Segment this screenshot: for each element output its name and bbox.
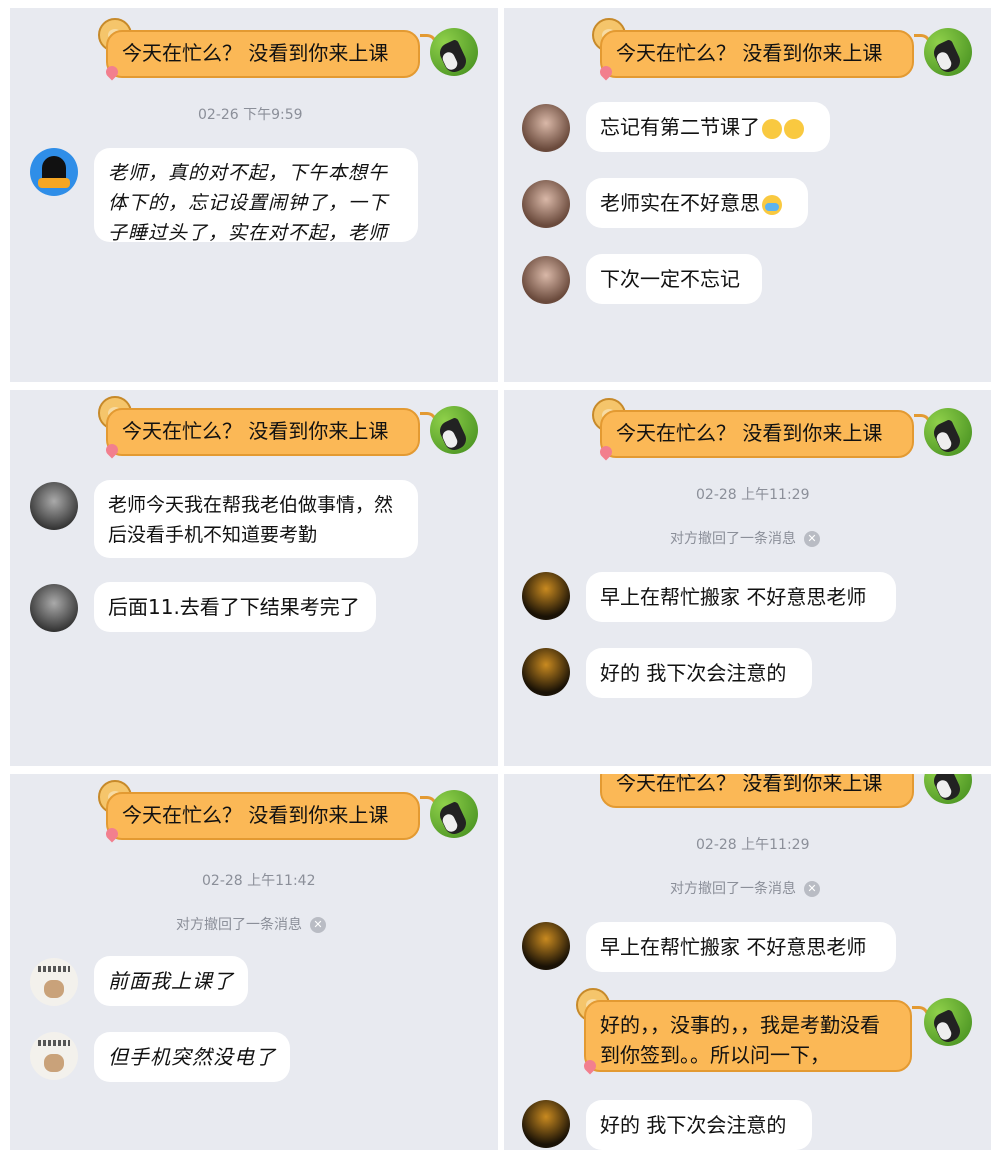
incoming-message[interactable]: 下次一定不忘记	[586, 254, 762, 304]
student-avatar[interactable]	[522, 572, 570, 620]
student-avatar[interactable]	[522, 256, 570, 304]
chat-panel-5: 今天在忙么？ 没看到你来上课 02-28 上午11:42 对方撤回了一条消息 ✕ …	[10, 774, 498, 1150]
student-avatar[interactable]	[522, 648, 570, 696]
incoming-message[interactable]: 后面11.去看了下结果考完了	[94, 582, 376, 632]
my-avatar[interactable]	[924, 774, 972, 804]
outgoing-message[interactable]: 今天在忙么？ 没看到你来上课	[106, 408, 420, 456]
surprised-emoji-icon	[784, 118, 804, 139]
student-avatar[interactable]	[30, 958, 78, 1006]
message-text: 忘记有第二节课了	[600, 115, 760, 139]
my-avatar[interactable]	[924, 408, 972, 456]
incoming-message[interactable]: 老师，真的对不起，下午本想午体下的，忘记设置闹钟了，一下子睡过头了，实在对不起，…	[94, 148, 418, 244]
incoming-message[interactable]: 但手机突然没电了	[94, 1032, 290, 1082]
chat-panel-1: 今天在忙么？ 没看到你来上课 02-26 下午9:59 老师，真的对不起，下午本…	[10, 8, 498, 382]
outgoing-message[interactable]: 好的，，没事的，，我是考勤没看到你签到。。所以问一下，	[584, 1000, 912, 1072]
incoming-message[interactable]: 老师实在不好意思	[586, 178, 808, 228]
outgoing-message[interactable]: 今天在忙么？ 没看到你来上课	[600, 410, 914, 458]
recall-notice: 对方撤回了一条消息 ✕	[670, 878, 820, 898]
chat-panel-2: 今天在忙么？ 没看到你来上课 忘记有第二节课了 老师实在不好意思 下次一定不忘记	[504, 8, 991, 382]
chat-panel-3: 今天在忙么？ 没看到你来上课 老师今天我在帮我老伯做事情，然后没看手机不知道要考…	[10, 390, 498, 766]
student-avatar[interactable]	[522, 180, 570, 228]
recall-text: 对方撤回了一条消息	[176, 917, 302, 933]
recall-text: 对方撤回了一条消息	[670, 531, 796, 547]
outgoing-message[interactable]: 今天在忙么？ 没看到你来上课	[106, 792, 420, 840]
timestamp: 02-28 上午11:29	[696, 837, 810, 853]
message-text: 老师实在不好意思	[600, 191, 760, 215]
incoming-message[interactable]: 好的 我下次会注意的	[586, 648, 812, 698]
surprised-emoji-icon	[762, 118, 782, 139]
incoming-message[interactable]: 前面我上课了	[94, 956, 248, 1006]
timestamp: 02-28 上午11:42	[202, 873, 316, 889]
close-circle-icon[interactable]: ✕	[310, 917, 326, 933]
my-avatar[interactable]	[430, 28, 478, 76]
my-avatar[interactable]	[924, 28, 972, 76]
close-circle-icon[interactable]: ✕	[804, 881, 820, 897]
my-avatar[interactable]	[430, 406, 478, 454]
outgoing-message[interactable]: 今天在忙么？ 没看到你来上课	[106, 30, 420, 78]
incoming-message[interactable]: 早上在帮忙搬家 不好意思老师	[586, 922, 896, 972]
my-avatar[interactable]	[924, 998, 972, 1046]
recall-notice: 对方撤回了一条消息 ✕	[670, 528, 820, 548]
incoming-message[interactable]: 好的 我下次会注意的	[586, 1100, 812, 1150]
incoming-message[interactable]: 早上在帮忙搬家 不好意思老师	[586, 572, 896, 622]
chat-panel-6: 今天在忙么？ 没看到你来上课 02-28 上午11:29 对方撤回了一条消息 ✕ …	[504, 774, 991, 1150]
crying-emoji-icon	[762, 194, 782, 215]
timestamp: 02-26 下午9:59	[198, 107, 303, 123]
student-avatar[interactable]	[522, 922, 570, 970]
outgoing-message[interactable]: 今天在忙么？ 没看到你来上课	[600, 774, 914, 808]
timestamp: 02-28 上午11:29	[696, 487, 810, 503]
my-avatar[interactable]	[430, 790, 478, 838]
recall-text: 对方撤回了一条消息	[670, 881, 796, 897]
incoming-message[interactable]: 忘记有第二节课了	[586, 102, 830, 152]
student-avatar[interactable]	[30, 584, 78, 632]
close-circle-icon[interactable]: ✕	[804, 531, 820, 547]
student-avatar[interactable]	[30, 1032, 78, 1080]
student-avatar[interactable]	[522, 104, 570, 152]
student-avatar[interactable]	[30, 482, 78, 530]
outgoing-message[interactable]: 今天在忙么？ 没看到你来上课	[600, 30, 914, 78]
chat-panel-4: 今天在忙么？ 没看到你来上课 02-28 上午11:29 对方撤回了一条消息 ✕ …	[504, 390, 991, 766]
student-avatar[interactable]	[30, 148, 78, 196]
incoming-message[interactable]: 老师今天我在帮我老伯做事情，然后没看手机不知道要考勤	[94, 480, 418, 558]
recall-notice: 对方撤回了一条消息 ✕	[176, 914, 326, 934]
student-avatar[interactable]	[522, 1100, 570, 1148]
